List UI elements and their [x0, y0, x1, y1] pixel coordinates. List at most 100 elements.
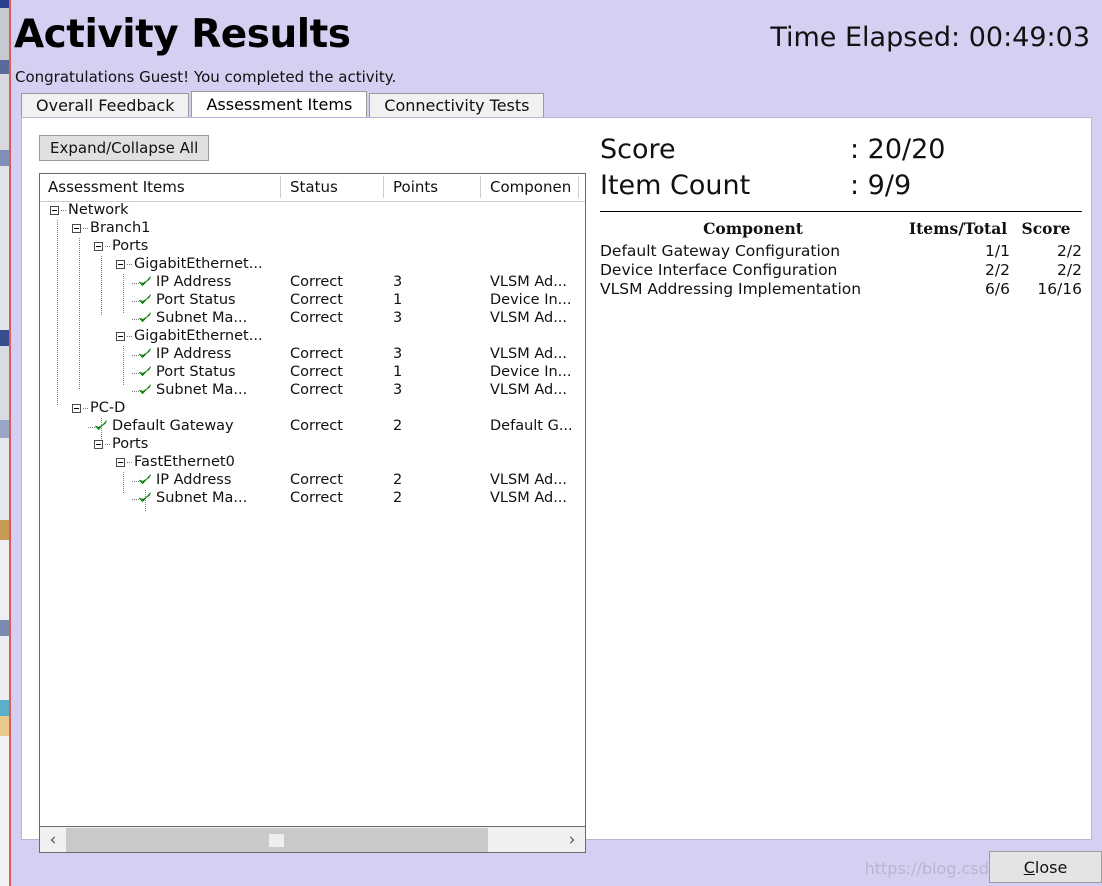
summary-divider: [600, 211, 1082, 212]
tree-leaf-row[interactable]: IP Address Correct 3 VLSM Ad...: [40, 274, 585, 292]
tree-expander-icon[interactable]: [116, 458, 125, 467]
close-button-mnemonic: C: [1023, 857, 1035, 877]
score-summary: Score : 20/20 Item Count : 9/9: [600, 134, 1080, 206]
column-header-points[interactable]: Points: [393, 178, 438, 196]
tree-expander-icon[interactable]: [72, 404, 81, 413]
scroll-right-arrow-icon[interactable]: ›: [559, 827, 585, 852]
tree-item-label: Subnet Ma...: [156, 310, 248, 326]
expand-collapse-all-button[interactable]: Expand/Collapse All: [39, 135, 210, 161]
tree-node-row[interactable]: GigabitEthernet...: [40, 256, 585, 274]
tree-item-status: Correct: [290, 364, 343, 380]
tree-connector: [61, 210, 67, 211]
close-button[interactable]: Close: [989, 851, 1102, 883]
background-app-sliver: [0, 0, 9, 886]
tree-item-status: Correct: [290, 274, 343, 290]
tree-item-component: Default G...: [490, 418, 573, 434]
tab-overall-feedback[interactable]: Overall Feedback: [21, 93, 190, 117]
tree-leaf-row[interactable]: IP Address Correct 2 VLSM Ad...: [40, 472, 585, 490]
cell-score: 16/16: [1037, 279, 1082, 298]
tree-item-label: Default Gateway: [112, 418, 234, 434]
item-count-label: Item Count: [600, 170, 751, 201]
correct-check-icon: [138, 347, 152, 361]
tree-leaf-row[interactable]: Port Status Correct 1 Device In...: [40, 292, 585, 310]
tab-connectivity-tests[interactable]: Connectivity Tests: [369, 93, 545, 117]
tree-connector: [83, 408, 89, 409]
score-row: Score : 20/20: [600, 134, 1080, 170]
tree-item-label: Ports: [112, 436, 149, 452]
column-separator[interactable]: [383, 176, 384, 198]
tree-expander-icon[interactable]: [94, 440, 103, 449]
tree-horizontal-scrollbar[interactable]: ‹ ›: [39, 827, 586, 853]
tree-leaf-row[interactable]: Subnet Ma... Correct 2 VLSM Ad...: [40, 490, 585, 508]
column-header-component[interactable]: Componen: [490, 178, 576, 196]
tabstrip: Overall Feedback Assessment Items Connec…: [21, 91, 546, 117]
scroll-left-arrow-icon[interactable]: ‹: [40, 827, 66, 852]
tree-item-points: 3: [393, 346, 403, 362]
tree-item-label: Network: [68, 202, 129, 218]
correct-check-icon: [138, 311, 152, 325]
column-header-status[interactable]: Status: [290, 178, 338, 196]
tree-node-row[interactable]: GigabitEthernet...: [40, 328, 585, 346]
tree-leaf-row[interactable]: Subnet Ma... Correct 3 VLSM Ad...: [40, 382, 585, 400]
correct-check-icon: [138, 383, 152, 397]
correct-check-icon: [138, 491, 152, 505]
cell-items: 6/6: [985, 279, 1010, 298]
cell-score: 2/2: [1057, 260, 1082, 279]
tree-rows-container: Network Branch1 Ports GigabitEthernet... IP …: [40, 202, 585, 802]
cell-component: Device Interface Configuration: [600, 260, 838, 279]
tree-item-points: 2: [393, 472, 403, 488]
score-value: : 20/20: [850, 134, 946, 165]
scrollbar-thumb-grip[interactable]: [269, 833, 284, 847]
tree-leaf-row[interactable]: Port Status Correct 1 Device In...: [40, 364, 585, 382]
tree-item-points: 3: [393, 274, 403, 290]
table-row: VLSM Addressing Implementation 6/6 16/16: [600, 279, 1082, 298]
tree-item-label: Subnet Ma...: [156, 382, 248, 398]
tree-leaf-row[interactable]: Subnet Ma... Correct 3 VLSM Ad...: [40, 310, 585, 328]
assessment-items-tree: Assessment Items Status Points Componen: [39, 173, 586, 827]
tree-node-row[interactable]: FastEthernet0: [40, 454, 585, 472]
tree-connector: [83, 228, 89, 229]
column-header-assessment-items[interactable]: Assessment Items: [48, 178, 185, 196]
correct-check-icon: [138, 293, 152, 307]
column-separator[interactable]: [578, 176, 579, 198]
cell-component: VLSM Addressing Implementation: [600, 279, 862, 298]
tree-expander-icon[interactable]: [116, 260, 125, 269]
tree-expander-icon[interactable]: [72, 224, 81, 233]
tree-item-status: Correct: [290, 382, 343, 398]
summary-table-body: Default Gateway Configuration 1/1 2/2 De…: [600, 241, 1082, 298]
assessment-items-panel: Expand/Collapse All Assessment Items Sta…: [21, 117, 1092, 853]
column-separator[interactable]: [480, 176, 481, 198]
tree-node-row[interactable]: Branch1: [40, 220, 585, 238]
tree-node-row[interactable]: Network: [40, 202, 585, 220]
tree-item-label: IP Address: [156, 472, 232, 488]
congratulations-message: Congratulations Guest! You completed the…: [15, 68, 397, 86]
tree-item-status: Correct: [290, 472, 343, 488]
tab-assessment-items[interactable]: Assessment Items: [191, 91, 368, 117]
tree-node-row[interactable]: Ports: [40, 238, 585, 256]
tree-expander-icon[interactable]: [116, 332, 125, 341]
tree-item-status: Correct: [290, 418, 343, 434]
tree-node-row[interactable]: PC-D: [40, 400, 585, 418]
cell-items: 1/1: [985, 241, 1010, 260]
item-count-row: Item Count : 9/9: [600, 170, 1080, 206]
tree-item-component: VLSM Ad...: [490, 346, 568, 362]
tree-item-component: VLSM Ad...: [490, 472, 568, 488]
scrollbar-track[interactable]: [66, 827, 559, 852]
header-items-total: Items/Total: [908, 219, 1008, 238]
tree-item-status: Correct: [290, 310, 343, 326]
tree-item-label: Branch1: [90, 220, 151, 236]
column-separator[interactable]: [280, 176, 281, 198]
header-component: Component: [703, 219, 803, 238]
tree-item-label: Subnet Ma...: [156, 490, 248, 506]
tree-item-points: 3: [393, 310, 403, 326]
tree-expander-icon[interactable]: [50, 206, 59, 215]
tree-expander-icon[interactable]: [94, 242, 103, 251]
tree-connector: [105, 444, 111, 445]
component-summary-table: Component Items/Total Score Default Gate…: [600, 218, 1082, 298]
tree-leaf-row[interactable]: Default Gateway Correct 2 Default G...: [40, 418, 585, 436]
tree-item-label: PC-D: [90, 400, 126, 416]
tree-item-points: 2: [393, 418, 403, 434]
tree-node-row[interactable]: Ports: [40, 436, 585, 454]
tree-leaf-row[interactable]: IP Address Correct 3 VLSM Ad...: [40, 346, 585, 364]
table-header-row: Component Items/Total Score: [600, 218, 1082, 241]
